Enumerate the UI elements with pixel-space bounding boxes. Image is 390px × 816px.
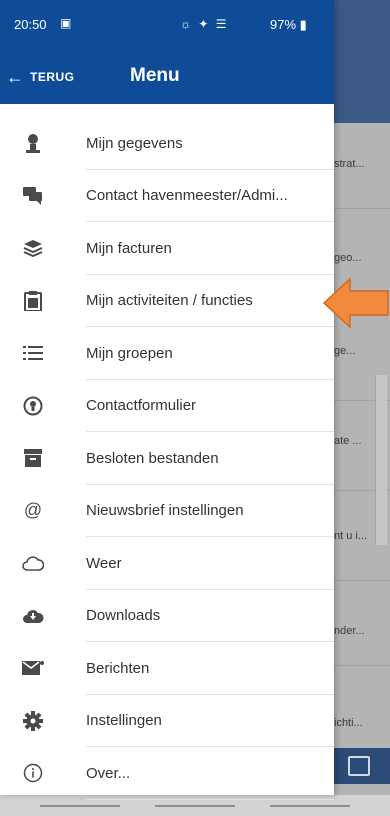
menu-item-mijn-activiteiten[interactable]: Mijn activiteiten / functies [0, 275, 334, 327]
background-divider [334, 580, 390, 581]
status-icons: ☼ ✦ ☰ [180, 17, 229, 31]
layers-icon [22, 237, 44, 259]
arrow-left-icon: ← [6, 66, 24, 87]
battery-percent: 97% [270, 17, 297, 32]
archive-icon [22, 447, 44, 469]
background-snippet: ichti... [334, 717, 363, 729]
nav-bar-segment [40, 805, 120, 807]
divider [86, 798, 334, 800]
background-divider [334, 208, 390, 209]
clipboard-icon [22, 290, 44, 312]
background-divider [334, 665, 390, 666]
menu-item-mijn-gegevens[interactable]: Mijn gegevens [0, 117, 334, 170]
notification-icon: ▣ [60, 16, 72, 30]
menu-item-label: Mijn gegevens [86, 134, 183, 152]
back-label: TERUG [30, 70, 75, 84]
menu-item-downloads[interactable]: Downloads [0, 590, 334, 642]
list-icon [22, 342, 44, 364]
menu-item-label: Contact havenmeester/Admi... [86, 187, 288, 205]
menu-item-label: Contactformulier [86, 397, 197, 415]
menu-item-berichten[interactable]: Berichten [0, 642, 334, 695]
drawer-header: ← TERUG Menu [0, 50, 334, 104]
menu-list: Mijn gegevens Contact havenmeester/Admi.… [0, 117, 334, 800]
menu-item-label: Over... [86, 764, 131, 782]
info-icon [22, 762, 44, 784]
cloud-download-icon [22, 605, 44, 627]
background-snippet: geo... [334, 252, 362, 264]
background-scrollbar [375, 375, 387, 545]
menu-item-contactformulier[interactable]: Contactformulier [0, 380, 334, 432]
menu-item-label: Berichten [86, 659, 150, 677]
menu-item-mijn-facturen[interactable]: Mijn facturen [0, 222, 334, 275]
battery-level: 97% ▮ [270, 17, 307, 32]
menu-item-label: Mijn activiteiten / functies [86, 292, 253, 310]
menu-item-mijn-groepen[interactable]: Mijn groepen [0, 327, 334, 380]
menu-item-instellingen[interactable]: Instellingen [0, 695, 334, 747]
menu-item-label: Mijn groepen [86, 344, 173, 362]
background-image-button [334, 748, 390, 784]
annotation-arrow-icon [322, 277, 389, 329]
chat-icon [22, 185, 44, 207]
menu-item-label: Instellingen [86, 712, 162, 730]
at-icon: @ [23, 500, 43, 521]
menu-item-over[interactable]: Over... [0, 747, 334, 800]
menu-item-label: Weer [86, 554, 122, 572]
menu-item-besloten-bestanden[interactable]: Besloten bestanden [0, 432, 334, 485]
menu-item-weer[interactable]: Weer [0, 537, 334, 590]
status-bar: 20:50 ▣ ☼ ✦ ☰ 97% ▮ [0, 0, 334, 50]
menu-item-label: Mijn facturen [86, 239, 172, 257]
status-time: 20:50 [14, 17, 47, 32]
menu-item-label: Downloads [86, 607, 161, 625]
background-snippet: nder... [334, 625, 365, 637]
cloud-icon [22, 552, 44, 574]
nav-bar-segment [270, 805, 350, 807]
background-snippet: ge... [334, 345, 356, 357]
menu-item-contact-havenmeester[interactable]: Contact havenmeester/Admi... [0, 170, 334, 222]
contact-icon [22, 395, 44, 417]
menu-item-label: Nieuwsbrief instellingen [86, 502, 244, 520]
gear-icon [22, 710, 44, 732]
drawer-title: Menu [130, 65, 180, 86]
mail-icon [22, 657, 44, 679]
person-icon [22, 132, 44, 154]
image-icon [348, 756, 370, 776]
menu-item-label: Besloten bestanden [86, 449, 219, 467]
back-button[interactable]: ← TERUG [6, 64, 75, 90]
navigation-drawer: 20:50 ▣ ☼ ✦ ☰ 97% ▮ ← TERUG Menu Mijn ge… [0, 0, 334, 800]
menu-item-nieuwsbrief-instellingen[interactable]: @ Nieuwsbrief instellingen [0, 485, 334, 537]
background-snippet: strat... [334, 158, 365, 170]
nav-bar-segment [155, 805, 235, 807]
